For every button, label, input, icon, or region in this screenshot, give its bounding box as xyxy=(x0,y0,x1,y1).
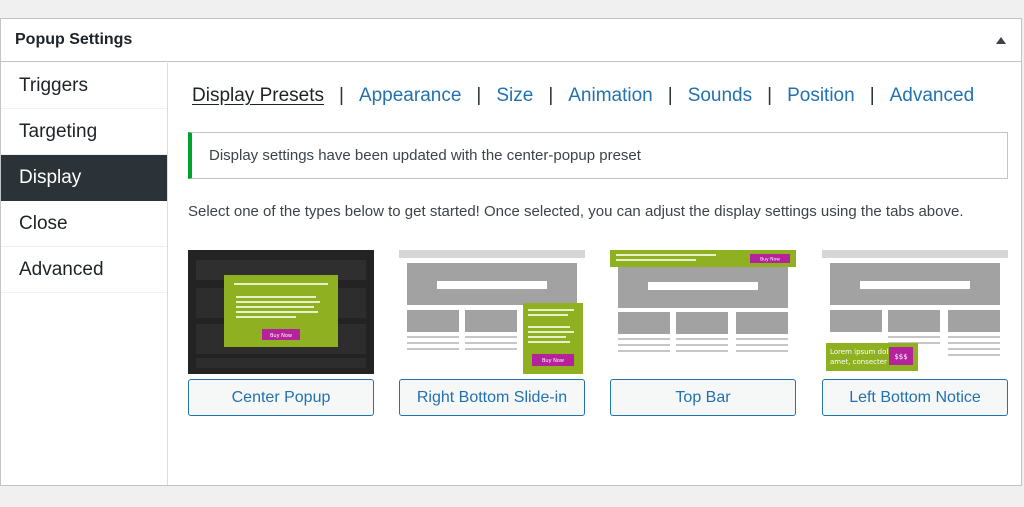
tab-separator: | xyxy=(869,85,875,106)
tab-separator: | xyxy=(476,85,482,106)
panel-body: Triggers Targeting Display Close Advance… xyxy=(1,63,1021,485)
tab-animation[interactable]: Animation xyxy=(568,85,653,107)
popup-settings-panel: Popup Settings Triggers Targeting Displa… xyxy=(0,18,1022,486)
tab-appearance[interactable]: Appearance xyxy=(359,85,461,107)
success-notice: Display settings have been updated with … xyxy=(188,132,1008,179)
sidebar-item-triggers[interactable]: Triggers xyxy=(1,63,167,109)
display-tabs: Display Presets | Appearance | Size | An… xyxy=(192,85,974,107)
center-popup-button[interactable]: Center Popup xyxy=(188,379,374,416)
intro-text: Select one of the types below to get sta… xyxy=(188,203,964,220)
tab-sounds[interactable]: Sounds xyxy=(688,85,752,107)
sidebar-item-label: Targeting xyxy=(19,120,98,142)
notice-preview-text-1: Lorem ipsum dol xyxy=(830,348,888,356)
center-popup-preview[interactable]: Buy Now xyxy=(188,250,374,374)
sidebar-item-label: Advanced xyxy=(19,258,104,280)
preview-cta-text: Buy Now xyxy=(270,333,292,339)
sidebar-item-label: Display xyxy=(19,166,82,188)
notice-text: Display settings have been updated with … xyxy=(209,147,641,164)
panel-title: Popup Settings xyxy=(15,31,133,48)
left-bottom-notice-preview[interactable]: Lorem ipsum dol amet, consecter $$$ xyxy=(822,250,1008,374)
tab-position[interactable]: Position xyxy=(787,85,855,107)
left-bottom-notice-button[interactable]: Left Bottom Notice xyxy=(822,379,1008,416)
tab-separator: | xyxy=(548,85,554,106)
right-bottom-slide-in-button[interactable]: Right Bottom Slide-in xyxy=(399,379,585,416)
preview-cta-text: $$$ xyxy=(894,353,907,361)
tab-advanced[interactable]: Advanced xyxy=(890,85,975,107)
top-bar-preview[interactable]: Buy Now xyxy=(610,250,796,374)
top-bar-button[interactable]: Top Bar xyxy=(610,379,796,416)
tab-size[interactable]: Size xyxy=(496,85,533,107)
right-bottom-slide-in-preview[interactable]: Buy Now xyxy=(399,250,585,374)
preset-grid: Buy Now Center Popup Buy Now Right Botto… xyxy=(188,250,1010,420)
triangle-up-icon[interactable] xyxy=(995,34,1007,46)
sidebar-item-targeting[interactable]: Targeting xyxy=(1,109,167,155)
tab-separator: | xyxy=(339,85,344,106)
display-content: Display Presets | Appearance | Size | An… xyxy=(169,63,1021,485)
sidebar-item-close[interactable]: Close xyxy=(1,201,167,247)
sidebar-item-display[interactable]: Display xyxy=(1,155,167,201)
sidebar-item-label: Triggers xyxy=(19,74,88,96)
tab-separator: | xyxy=(667,85,673,106)
notice-preview-text-2: amet, consecter xyxy=(830,358,887,366)
tab-display-presets[interactable]: Display Presets xyxy=(192,85,324,107)
preview-cta-text: Buy Now xyxy=(760,257,780,263)
sidebar-item-label: Close xyxy=(19,212,68,234)
panel-header: Popup Settings xyxy=(1,19,1021,62)
settings-sidebar: Triggers Targeting Display Close Advance… xyxy=(1,63,168,485)
tab-separator: | xyxy=(767,85,773,106)
sidebar-item-advanced[interactable]: Advanced xyxy=(1,247,167,293)
preview-cta-text: Buy Now xyxy=(542,358,564,364)
